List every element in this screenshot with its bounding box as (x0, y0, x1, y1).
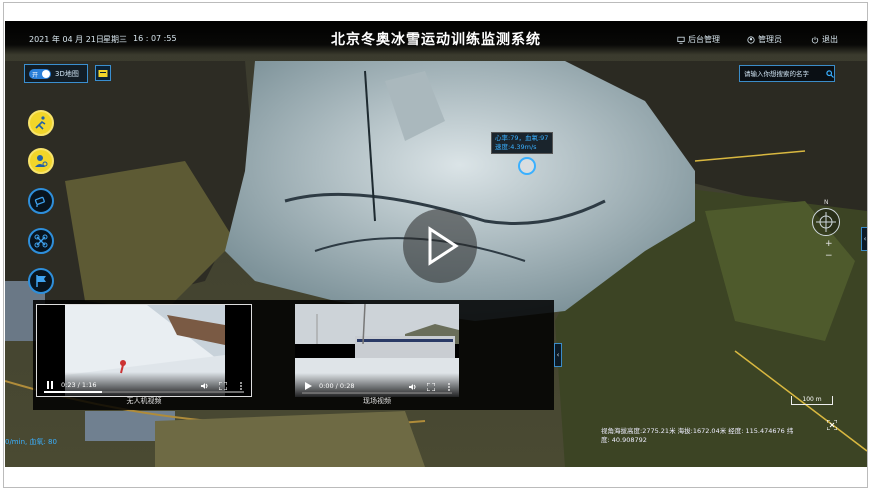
zoom-out-button[interactable]: − (825, 251, 833, 261)
drone-video-progress-fill (44, 391, 102, 393)
user-label: 管理员 (758, 35, 782, 44)
play-small-icon[interactable] (303, 381, 313, 391)
collapse-video-panel-button[interactable]: ‹ (554, 343, 562, 367)
toggle-knob (42, 69, 50, 78)
athlete-marker[interactable] (518, 157, 536, 175)
bottom-white-strip (4, 467, 867, 487)
top-white-strip (4, 3, 867, 17)
compass-control[interactable]: N (812, 199, 840, 236)
popup-vitals: 心率:79，血氧:97 (495, 134, 549, 142)
map-fullscreen-icon[interactable] (827, 420, 837, 430)
onsite-video-time: 0:00 / 0:28 (319, 382, 355, 390)
skier-icon (35, 116, 46, 130)
coordinates-readout: 视角海拔高度:2775.21米 海拔:1672.04米 经度: 115.4746… (601, 427, 794, 444)
collapse-right-panel-button[interactable]: ‹ (861, 227, 867, 251)
chevron-left-icon: ‹ (556, 351, 560, 359)
toggle-on-text: 开 (32, 71, 39, 79)
flag-icon (36, 275, 46, 287)
backend-label: 后台管理 (688, 35, 720, 44)
skier-button[interactable] (28, 110, 54, 136)
drone-video-progress[interactable] (44, 391, 244, 393)
layers-button[interactable] (95, 65, 111, 81)
search-icon[interactable] (826, 69, 834, 79)
play-icon (428, 226, 459, 266)
page-title: 北京冬奥冰雪运动训练监测系统 (331, 32, 541, 48)
zoom-in-button[interactable]: + (825, 239, 833, 249)
drone-button[interactable] (28, 228, 54, 254)
toggle-label: 3D地图 (55, 69, 79, 78)
browser-frame: 2021 年 04 月 21日 星期三 16 : 07 :55 北京冬奥冰雪运动… (3, 2, 868, 488)
user-icon (747, 35, 755, 44)
onsite-video-progress[interactable] (302, 392, 452, 394)
big-play-button[interactable] (403, 209, 477, 283)
flag-button[interactable] (28, 268, 54, 294)
drone-video-label: 无人机视频 (126, 397, 162, 405)
left-vitals-readout: 0/min, 血氧: 80 (5, 438, 57, 446)
app-header: 2021 年 04 月 21日 星期三 16 : 07 :55 北京冬奥冰雪运动… (5, 21, 867, 55)
athlete-icon (35, 155, 48, 167)
athlete-button[interactable] (28, 148, 54, 174)
drone-icon (34, 234, 48, 248)
onsite-video-controls: 0:00 / 0:28 (295, 373, 459, 397)
volume-icon[interactable] (201, 382, 209, 390)
logout-label: 退出 (822, 35, 838, 44)
power-icon (811, 36, 819, 43)
user-button[interactable]: 管理员 (747, 34, 782, 45)
search-input[interactable] (740, 68, 826, 79)
fullscreen-icon[interactable] (219, 382, 227, 390)
popup-speed: 速度:4.39m/s (495, 143, 537, 151)
monitor-icon (677, 36, 685, 44)
more-options-icon[interactable] (445, 383, 453, 391)
compass-icon (816, 212, 836, 232)
drone-video-controls: 0:23 / 1:16 (37, 372, 251, 396)
onsite-video-label: 现场视频 (363, 397, 391, 405)
drone-video-player[interactable]: 0:23 / 1:16 (36, 304, 252, 397)
camera-button[interactable] (28, 188, 54, 214)
pause-icon[interactable] (45, 380, 55, 390)
logout-button[interactable]: 退出 (811, 34, 838, 45)
more-options-icon[interactable] (237, 382, 245, 390)
search-box[interactable] (739, 65, 835, 82)
video-panel: 0:23 / 1:16 无人机视频 0:00 / 0:28 现场视频 (33, 300, 554, 410)
athlete-info-popup: 心率:79，血氧:97 速度:4.39m/s (491, 132, 553, 154)
volume-icon[interactable] (409, 383, 417, 391)
scale-bar: 100 m (791, 396, 833, 405)
layers-icon (98, 69, 108, 77)
onsite-video-player[interactable]: 0:00 / 0:28 (295, 304, 459, 397)
fullscreen-icon[interactable] (427, 383, 435, 391)
chevron-left-icon: ‹ (863, 235, 867, 243)
backend-button[interactable]: 后台管理 (677, 34, 720, 45)
map-3d-toggle[interactable]: 开 3D地图 (24, 64, 88, 83)
camera-icon (34, 196, 45, 207)
app-screen: 2021 年 04 月 21日 星期三 16 : 07 :55 北京冬奥冰雪运动… (5, 21, 867, 467)
drone-video-time: 0:23 / 1:16 (61, 381, 97, 389)
compass-north-label: N (824, 199, 829, 206)
toggle-switch[interactable]: 开 (29, 68, 51, 79)
